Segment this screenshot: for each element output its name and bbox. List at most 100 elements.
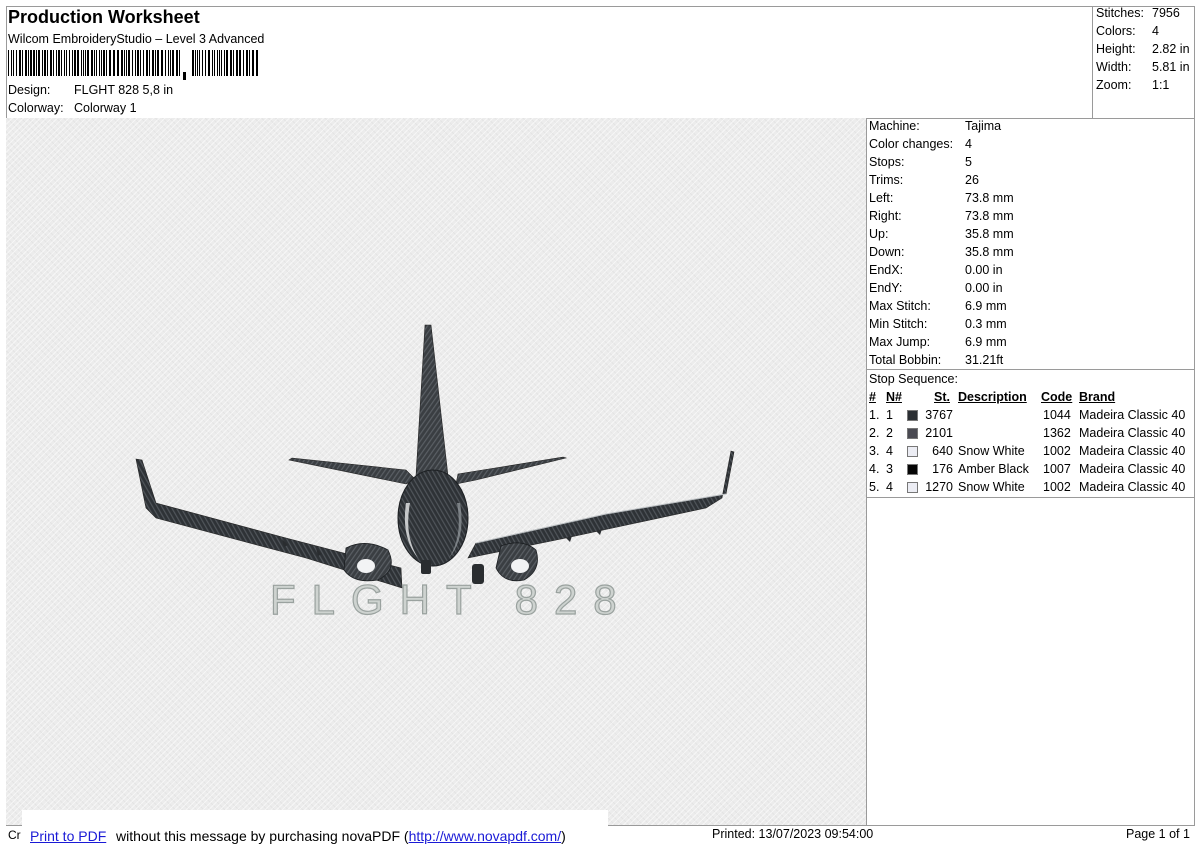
row-needle: 3 <box>886 462 893 476</box>
machine-info-value: 6.9 mm <box>965 299 1007 313</box>
col-stitches-header: St. <box>934 390 950 404</box>
row-needle: 4 <box>886 480 893 494</box>
row-code: 1007 <box>1043 462 1071 476</box>
printed-date: Printed: 13/07/2023 09:54:00 <box>712 827 874 841</box>
vertical-tail <box>415 324 449 477</box>
pdf-message: without this message by purchasing novaP… <box>116 828 566 844</box>
empty-panel-frame <box>866 497 1195 826</box>
machine-info-value: 4 <box>965 137 972 151</box>
software-name: Wilcom EmbroideryStudio – Level 3 Advanc… <box>8 32 265 46</box>
right-stabilizer <box>455 456 568 485</box>
machine-info-label: Trims: <box>869 173 904 187</box>
row-description: Amber Black <box>958 462 1029 476</box>
row-brand: Madeira Classic 40 <box>1079 426 1186 440</box>
col-brand-header: Brand <box>1079 390 1116 404</box>
machine-info-frame <box>866 118 1195 370</box>
row-code: 1002 <box>1043 480 1071 494</box>
machine-info-value: 73.8 mm <box>965 191 1014 205</box>
col-index-header: # <box>869 390 876 404</box>
row-code: 1362 <box>1043 426 1071 440</box>
machine-info-label: EndY: <box>869 281 903 295</box>
design-preview[interactable]: FLGHT 828 <box>6 118 866 825</box>
row-stitches: 3767 <box>925 408 953 422</box>
machine-info-value: 0.00 in <box>965 281 1003 295</box>
design-label: Design: <box>8 83 51 97</box>
row-code: 1002 <box>1043 444 1071 458</box>
machine-info-row: Max Jump: 6.9 mm <box>869 335 1007 349</box>
colorway-value: Colorway 1 <box>74 101 137 115</box>
row-brand: Madeira Classic 40 <box>1079 480 1186 494</box>
row-needle: 4 <box>886 444 893 458</box>
machine-info-value: 73.8 mm <box>965 209 1014 223</box>
colorway-label: Colorway: <box>8 101 64 115</box>
machine-info-label: Right: <box>869 209 902 223</box>
machine-info-label: Machine: <box>869 119 920 133</box>
machine-info-row: Trims: 26 <box>869 173 979 187</box>
row-needle: 2 <box>886 426 893 440</box>
machine-info-value: 35.8 mm <box>965 227 1014 241</box>
machine-info-label: Stops: <box>869 155 905 169</box>
machine-info-row: Min Stitch: 0.3 mm <box>869 317 1007 331</box>
row-brand: Madeira Classic 40 <box>1079 408 1186 422</box>
print-to-pdf-link[interactable]: Print to PDF <box>30 828 106 844</box>
machine-info-row: Machine: Tajima <box>869 119 1001 133</box>
design-text: FLGHT 828 <box>270 576 633 623</box>
machine-info-value: 35.8 mm <box>965 245 1014 259</box>
machine-info-label: Up: <box>869 227 889 241</box>
footer-credit: Cr <box>8 828 21 842</box>
row-stitches: 1270 <box>925 480 953 494</box>
machine-info-row: Down: 35.8 mm <box>869 245 1014 259</box>
stat-zoom: Zoom: 1:1 <box>1096 78 1170 92</box>
machine-info-label: Color changes: <box>869 137 954 151</box>
machine-info-label: Down: <box>869 245 905 259</box>
machine-info-label: Left: <box>869 191 894 205</box>
barcode-icon <box>8 50 258 80</box>
stat-stitches: Stitches: 7956 <box>1096 6 1180 20</box>
airplane-embroidery: FLGHT 828 <box>135 324 735 624</box>
left-stabilizer <box>288 457 417 485</box>
row-description: Snow White <box>958 480 1025 494</box>
row-brand: Madeira Classic 40 <box>1079 462 1186 476</box>
machine-info-value: 0.00 in <box>965 263 1003 277</box>
row-index: 4. <box>869 462 880 476</box>
machine-info-label: Max Stitch: <box>869 299 931 313</box>
design-value: FLGHT 828 5,8 in <box>74 83 174 97</box>
machine-info-row: Left: 73.8 mm <box>869 191 1014 205</box>
machine-info-label: Min Stitch: <box>869 317 928 331</box>
row-stitches: 640 <box>932 444 953 458</box>
novapdf-url-link[interactable]: http://www.novapdf.com/ <box>409 828 562 844</box>
machine-info-row: Max Stitch: 6.9 mm <box>869 299 1007 313</box>
row-description: Snow White <box>958 444 1025 458</box>
page-number: Page 1 of 1 <box>1126 827 1190 841</box>
col-needle-header: N# <box>886 390 902 404</box>
page-title: Production Worksheet <box>8 7 200 27</box>
machine-info-row: EndX: 0.00 in <box>869 263 1003 277</box>
row-needle: 1 <box>886 408 893 422</box>
col-description-header: Description <box>958 390 1027 404</box>
row-stitches: 176 <box>932 462 953 476</box>
fuselage <box>397 469 469 567</box>
machine-info-value: 5 <box>965 155 972 169</box>
machine-info-label: Total Bobbin: <box>869 353 942 367</box>
machine-info-value: 0.3 mm <box>965 317 1007 331</box>
row-code: 1044 <box>1043 408 1071 422</box>
machine-info-label: EndX: <box>869 263 904 277</box>
stat-width: Width: 5.81 in <box>1096 60 1190 74</box>
machine-info-row: Color changes: 4 <box>869 137 972 151</box>
machine-info-value: Tajima <box>965 119 1002 133</box>
row-stitches: 2101 <box>925 426 953 440</box>
stop-sequence-title: Stop Sequence: <box>869 372 958 386</box>
machine-info-row: Right: 73.8 mm <box>869 209 1014 223</box>
machine-info-row: EndY: 0.00 in <box>869 281 1003 295</box>
col-code-header: Code <box>1041 390 1073 404</box>
row-index: 2. <box>869 426 880 440</box>
machine-info-value: 6.9 mm <box>965 335 1007 349</box>
stat-height: Height: 2.82 in <box>1096 42 1190 56</box>
machine-info-label: Max Jump: <box>869 335 931 349</box>
machine-info-row: Up: 35.8 mm <box>869 227 1014 241</box>
row-index: 3. <box>869 444 880 458</box>
row-index: 1. <box>869 408 880 422</box>
stat-colors: Colors: 4 <box>1096 24 1159 38</box>
machine-info-row: Stops: 5 <box>869 155 972 169</box>
row-index: 5. <box>869 480 880 494</box>
